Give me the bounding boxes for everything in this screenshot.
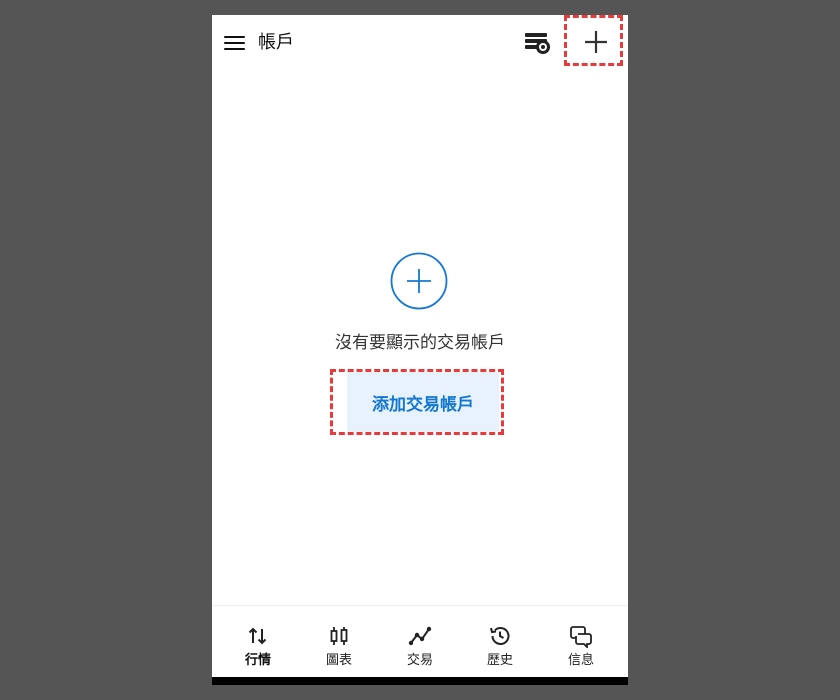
plus-icon — [585, 31, 607, 53]
nav-label-charts: 圖表 — [325, 653, 352, 668]
trend-line-icon — [408, 626, 432, 646]
chat-bubbles-icon — [570, 626, 592, 648]
page-title: 帳戶 — [258, 32, 294, 53]
nav-item-quotes[interactable]: 行情 — [218, 606, 298, 678]
nav-item-messages[interactable]: 信息 — [541, 606, 621, 678]
phone-screen: 帳戶 沒有要顯示的交易帳戶 添加交易帳戶 行情 圖表 交易 歷史 信息 — [212, 15, 628, 685]
bottom-navigation: 行情 圖表 交易 歷史 信息 — [212, 605, 628, 678]
nav-item-trade[interactable]: 交易 — [380, 606, 460, 678]
empty-state-message: 沒有要顯示的交易帳戶 — [335, 333, 505, 353]
server-settings-icon[interactable] — [522, 27, 554, 59]
up-down-arrows-icon — [248, 627, 267, 645]
nav-label-messages: 信息 — [567, 653, 594, 668]
nav-item-history[interactable]: 歷史 — [460, 606, 540, 678]
bottom-system-bar — [212, 677, 628, 685]
nav-label-trade: 交易 — [406, 653, 433, 668]
add-account-plus-button[interactable] — [566, 16, 626, 68]
nav-label-quotes: 行情 — [244, 653, 271, 668]
circle-plus-icon — [390, 252, 448, 310]
nav-label-history: 歷史 — [486, 653, 513, 668]
menu-icon[interactable] — [224, 35, 246, 51]
top-app-bar: 帳戶 — [212, 15, 628, 71]
history-clock-icon — [490, 627, 510, 645]
nav-item-charts[interactable]: 圖表 — [299, 606, 379, 678]
empty-add-circle-button[interactable] — [390, 252, 448, 310]
candlestick-icon — [330, 627, 348, 645]
add-trading-account-button[interactable]: 添加交易帳戶 — [347, 372, 499, 432]
